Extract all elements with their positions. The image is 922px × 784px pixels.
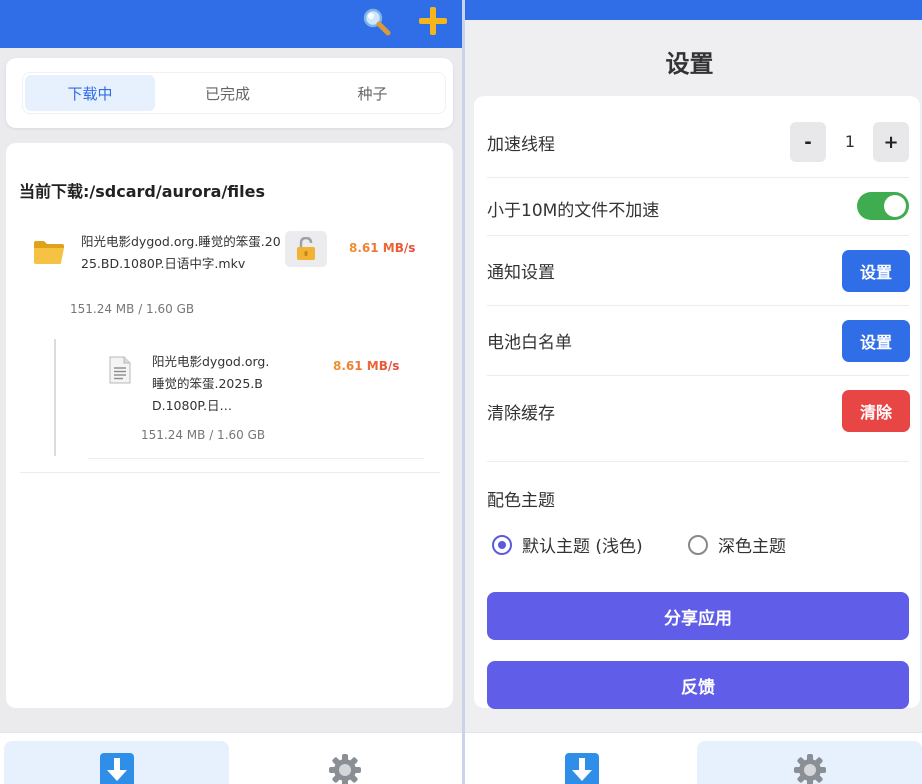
row-small-files: 小于10M的文件不加速 — [487, 178, 909, 236]
toggle-knob — [884, 195, 906, 217]
lock-button[interactable] — [285, 231, 327, 267]
lock-icon — [297, 237, 315, 260]
downloads-screen: 下载中 已完成 种子 当前下载:/sdcard/aurora/files 阳光电… — [0, 0, 462, 784]
top-app-bar — [465, 0, 922, 20]
threads-value: 1 — [844, 132, 856, 151]
cache-label: 清除缓存 — [487, 403, 555, 424]
feedback-button[interactable]: 反馈 — [487, 661, 909, 709]
top-app-bar — [0, 0, 462, 48]
threads-label: 加速线程 — [487, 135, 555, 155]
battery-settings-button[interactable]: 设置 — [842, 320, 910, 362]
theme-option-light-label: 默认主题 (浅色) — [522, 537, 643, 557]
settings-card: 加速线程 - 1 + 小于10M的文件不加速 通知设置 设置 电池白名单 设置 — [474, 96, 920, 709]
nav-settings[interactable] — [697, 741, 922, 784]
row-battery: 电池白名单 设置 — [487, 306, 910, 376]
tree-connector — [54, 339, 56, 456]
row-threads: 加速线程 - 1 + — [487, 108, 909, 178]
notify-settings-button[interactable]: 设置 — [842, 250, 910, 292]
battery-label: 电池白名单 — [487, 333, 572, 353]
file-speed: 8.61 MB/s — [333, 359, 400, 373]
task-size: 151.24 MB / 1.60 GB — [70, 302, 195, 316]
tab-downloading[interactable]: 下载中 — [25, 75, 155, 111]
small-files-label: 小于10M的文件不加速 — [487, 200, 660, 221]
download-icon — [99, 753, 134, 784]
threads-minus-button[interactable]: - — [790, 122, 826, 162]
download-icon — [564, 753, 599, 784]
theme-option-dark-label: 深色主题 — [718, 537, 786, 557]
screen: 下载中 已完成 种子 当前下载:/sdcard/aurora/files 阳光电… — [0, 0, 922, 784]
list-divider — [20, 472, 440, 473]
radio-selected — [492, 534, 512, 555]
theme-option-dark[interactable]: 深色主题 — [688, 532, 786, 557]
folder-icon — [34, 241, 64, 264]
clear-cache-button[interactable]: 清除 — [842, 390, 910, 432]
tab-bar: 下载中 已完成 种子 — [22, 72, 446, 114]
tab-torrents[interactable]: 种子 — [300, 73, 445, 113]
file-size: 151.24 MB / 1.60 GB — [141, 428, 266, 442]
gear-icon — [793, 754, 826, 784]
bottom-nav — [465, 732, 922, 784]
share-app-button[interactable]: 分享应用 — [487, 592, 909, 640]
nav-settings[interactable] — [232, 741, 457, 784]
search-icon[interactable] — [359, 4, 393, 38]
radio-unselected — [688, 534, 708, 555]
document-icon — [109, 356, 131, 384]
current-download-path: 当前下载:/sdcard/aurora/files — [19, 182, 266, 201]
small-files-toggle[interactable] — [857, 192, 909, 220]
gear-icon — [328, 754, 361, 784]
plus-icon[interactable] — [416, 4, 450, 38]
theme-label: 配色主题 — [487, 491, 555, 511]
row-cache: 清除缓存 清除 — [487, 376, 910, 462]
file-title: 阳光电影dygod.org.睡觉的笨蛋.2025.BD.1080P.日… — [152, 354, 270, 413]
threads-plus-button[interactable]: + — [873, 122, 909, 162]
settings-screen: 设置 加速线程 - 1 + 小于10M的文件不加速 通知设置 设置 电池白名单 … — [465, 0, 922, 784]
download-list-card: 当前下载:/sdcard/aurora/files 阳光电影dygod.org.… — [6, 143, 453, 708]
theme-option-light[interactable]: 默认主题 (浅色) — [492, 532, 643, 557]
row-notify: 通知设置 设置 — [487, 236, 910, 306]
nav-downloads[interactable] — [4, 741, 229, 784]
task-speed: 8.61 MB/s — [349, 241, 416, 255]
notify-label: 通知设置 — [487, 263, 555, 283]
tab-completed[interactable]: 已完成 — [155, 73, 300, 113]
tab-bar-card: 下载中 已完成 种子 — [6, 58, 453, 128]
task-title[interactable]: 阳光电影dygod.org.睡觉的笨蛋.2025.BD.1080P.日语中字.m… — [81, 231, 281, 275]
file-item[interactable]: 阳光电影dygod.org.睡觉的笨蛋.2025.BD.1080P.日… 8.6… — [88, 339, 424, 459]
bottom-nav — [0, 732, 462, 784]
page-title: 设置 — [665, 50, 714, 78]
nav-downloads[interactable] — [469, 741, 694, 784]
